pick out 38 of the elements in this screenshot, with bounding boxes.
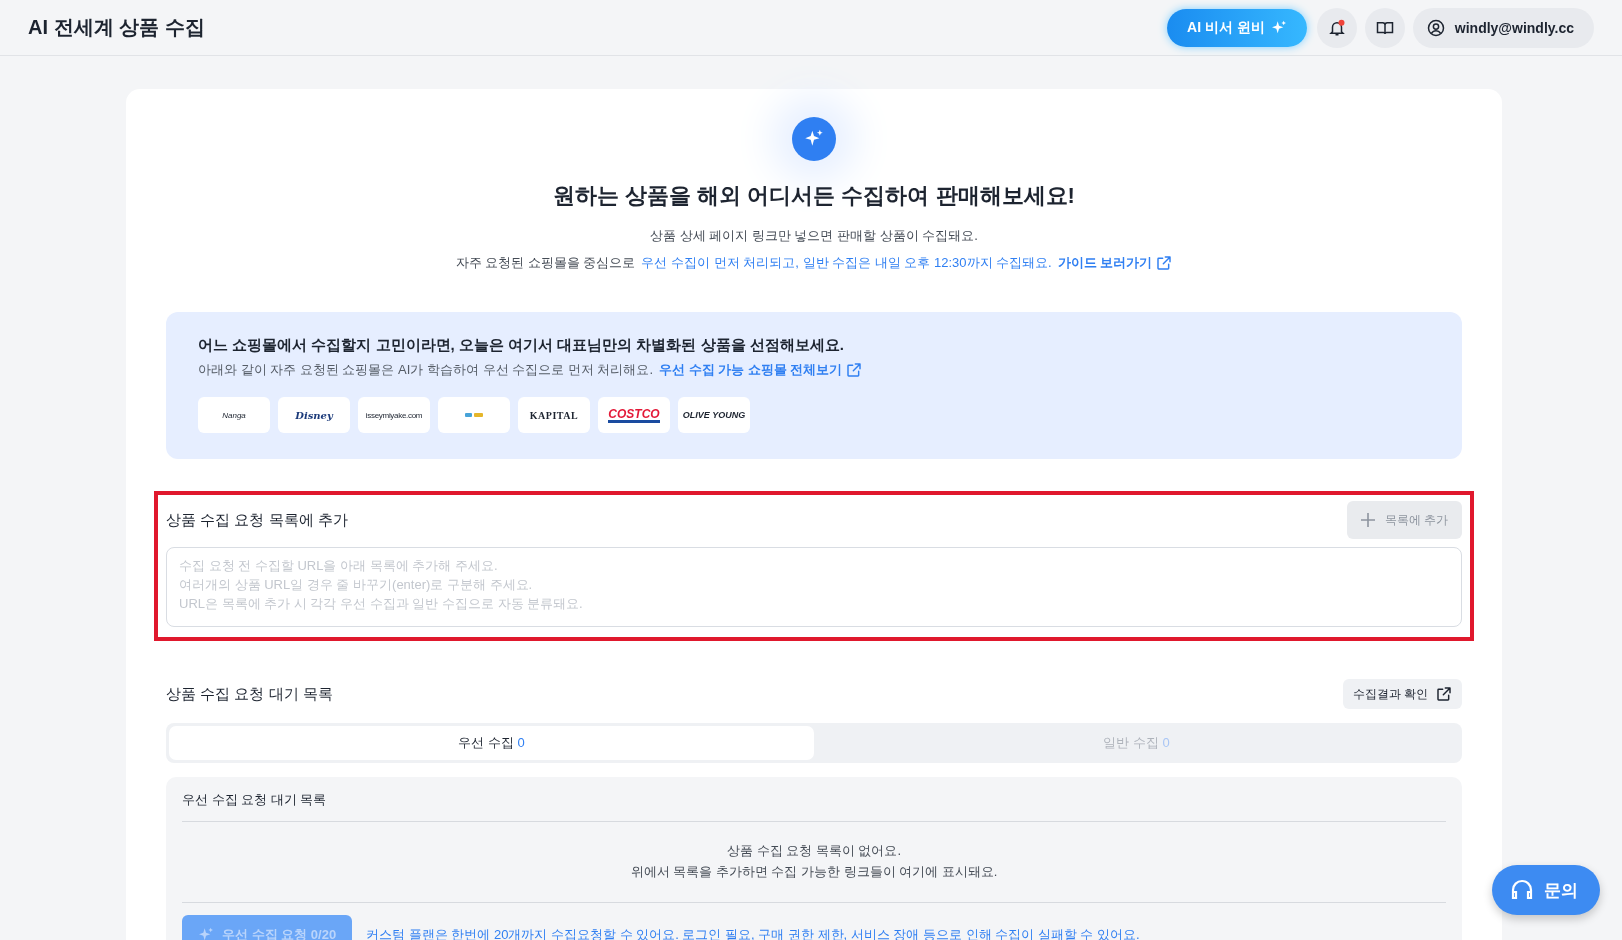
banner-text: 아래와 같이 자주 요청된 쇼핑몰은 AI가 학습하여 우선 수집으로 먼저 처리해요.: [198, 361, 653, 379]
store-logo[interactable]: KAPITAL: [518, 397, 590, 433]
external-link-icon: [1156, 255, 1173, 271]
section-title: 상품 수집 요청 목록에 추가: [166, 510, 348, 530]
external-link-icon: [846, 362, 863, 378]
store-logo[interactable]: Disney: [278, 397, 350, 433]
section-title: 상품 수집 요청 대기 목록: [166, 684, 333, 704]
hero-highlight-text: 우선 수집이 먼저 처리되고, 일반 수집은 내일 오후 12:30까지 수집돼요.: [641, 254, 1052, 272]
hero-description: 상품 상세 페이지 링크만 넣으면 판매할 상품이 수집돼요.: [650, 227, 978, 245]
store-logo-text: COSTCO: [608, 407, 660, 423]
results-button[interactable]: 수집결과 확인: [1342, 679, 1462, 709]
store-logo[interactable]: OLIVE YOUNG: [678, 397, 750, 433]
hero-heading: 원하는 상품을 해외 어디서든 수집하여 판매해보세요!: [553, 182, 1075, 210]
store-logo-text: OLIVE YOUNG: [682, 410, 746, 420]
plus-icon: [1360, 513, 1375, 527]
bell-icon: [1327, 18, 1346, 37]
external-link-icon: [1436, 686, 1452, 702]
store-logo-text: Disney: [295, 409, 333, 421]
empty-message: 상품 수집 요청 목록이 없어요. 위에서 목록을 추가하면 수집 가능한 링크들이 여기에 표시돼요.: [182, 822, 1446, 903]
account-button[interactable]: windly@windly.cc: [1412, 7, 1594, 48]
hero-text: 자주 요청된 쇼핑몰을 중심으로: [455, 254, 636, 272]
sparkle-icon: [198, 927, 214, 940]
banner-title: 어느 쇼핑몰에서 수집할지 고민이라면, 오늘은 여기서 대표님만의 차별화된 상품을 선점해보세요.: [198, 336, 845, 355]
queue-tab[interactable]: 우선 수집 0: [169, 726, 814, 760]
panel-title: 우선 수집 요청 대기 목록: [182, 791, 1446, 822]
store-logo-text: KAPITAL: [529, 409, 579, 421]
user-icon: [1426, 18, 1445, 37]
sparkle-icon: [1270, 19, 1287, 36]
store-mark-icon: [465, 411, 483, 419]
store-logo[interactable]: COSTCO: [598, 397, 670, 433]
url-input-field[interactable]: 수집 요청 전 수집할 URL을 아래 목록에 추가해 주세요. 여러개의 상품 URL일 경우 줄 바꾸기(enter)로 구분해 주세요. URL은 목록에 추가 시 각각 우선 수집과 일반 수집으로 자동 분류돼요.: [166, 547, 1462, 627]
store-logo-text: isseymiyake.com: [365, 410, 423, 420]
store-logo[interactable]: isseymiyake.com: [358, 397, 430, 433]
store-logo-text: Nanga: [222, 410, 246, 420]
store-logo[interactable]: Nanga: [198, 397, 270, 433]
guide-link[interactable]: 가이드 보러가기: [1057, 254, 1173, 272]
headset-icon: [1510, 878, 1534, 902]
page-title: AI 전세계 상품 수집: [28, 15, 206, 40]
